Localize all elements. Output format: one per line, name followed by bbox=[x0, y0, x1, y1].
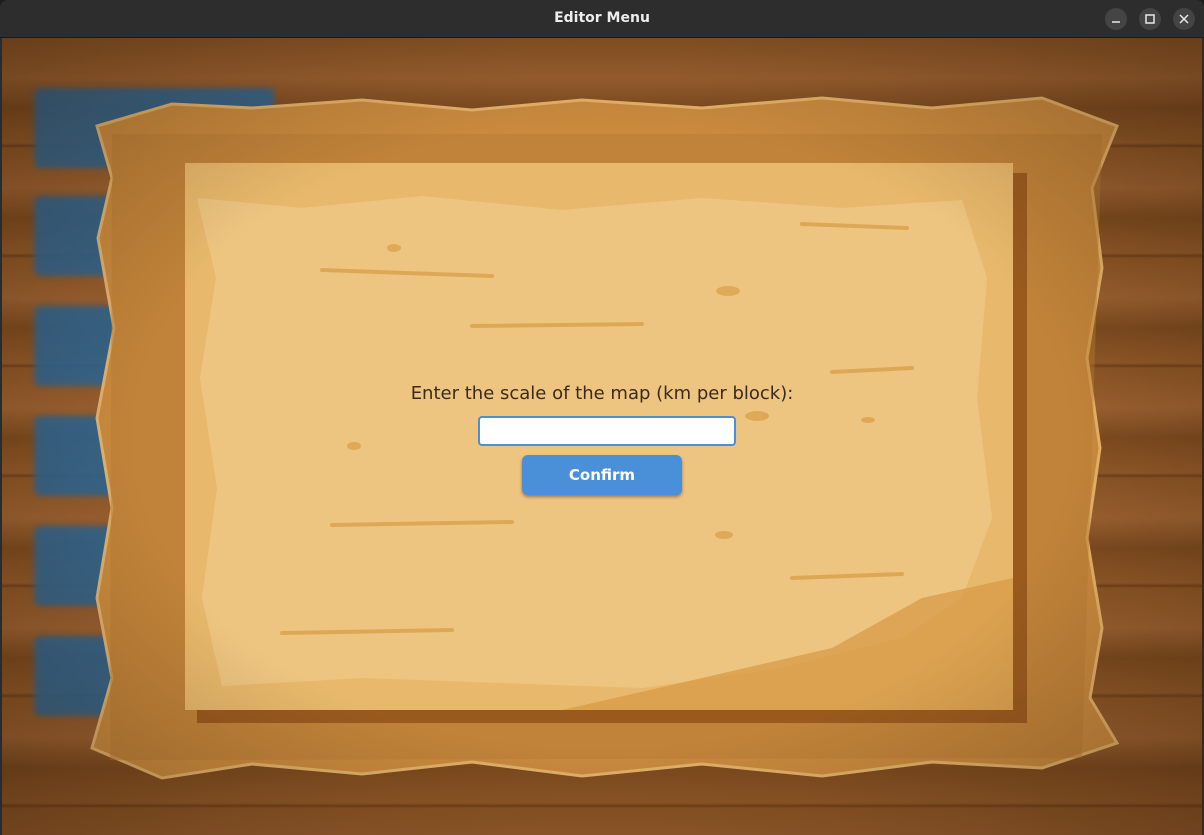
editor-background: Enter the scale of the map (km per block… bbox=[2, 38, 1202, 835]
confirm-button[interactable]: Confirm bbox=[522, 455, 682, 495]
app-window: Editor Menu Enter the scale of the map (… bbox=[0, 0, 1204, 835]
close-icon bbox=[1179, 14, 1189, 24]
close-button[interactable] bbox=[1173, 8, 1195, 30]
maximize-button[interactable] bbox=[1139, 8, 1161, 30]
window-title: Editor Menu bbox=[554, 10, 650, 26]
maximize-icon bbox=[1145, 14, 1155, 24]
scale-prompt: Enter the scale of the map (km per block… bbox=[410, 383, 794, 404]
minimize-button[interactable] bbox=[1105, 8, 1127, 30]
title-bar[interactable]: Editor Menu bbox=[0, 0, 1204, 38]
scale-input[interactable] bbox=[478, 416, 736, 446]
minimize-icon bbox=[1112, 21, 1120, 23]
